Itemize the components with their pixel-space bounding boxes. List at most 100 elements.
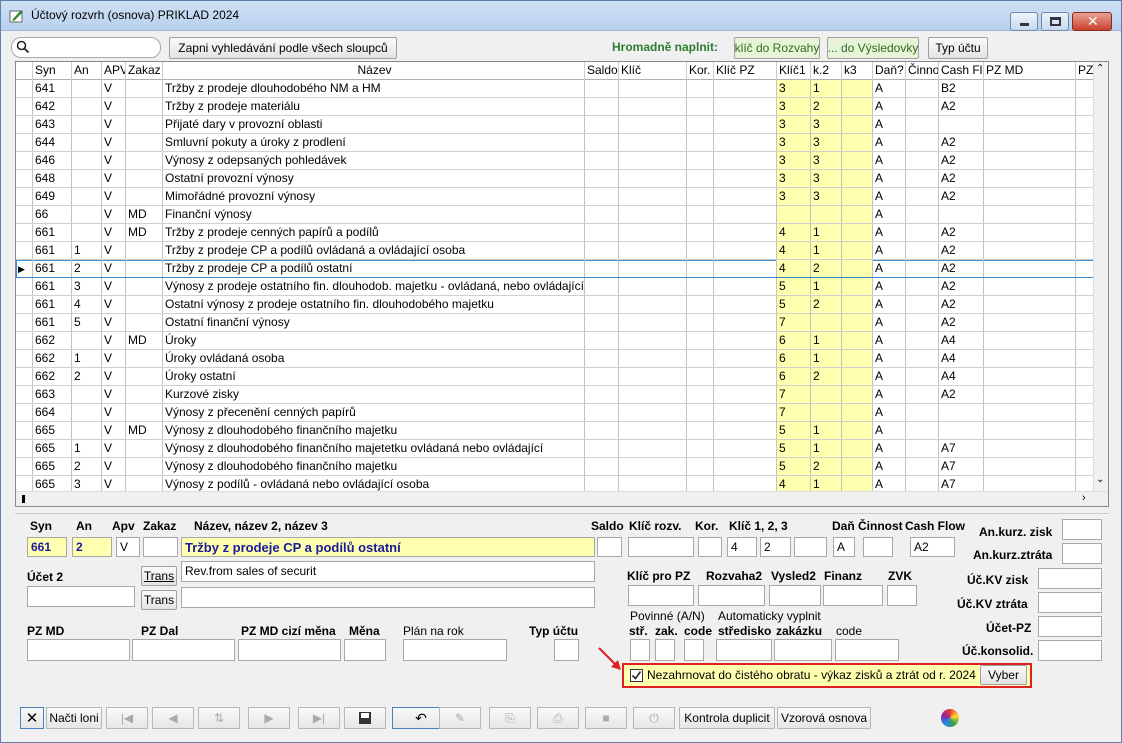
cell-an[interactable] xyxy=(72,152,102,169)
cell-klic1[interactable]: 7 xyxy=(777,386,811,403)
cell-kor[interactable] xyxy=(687,98,714,115)
minimize-button[interactable] xyxy=(1010,12,1038,31)
cinnost-field[interactable] xyxy=(863,537,893,557)
cell-cf[interactable] xyxy=(939,422,984,439)
vysled2-field[interactable] xyxy=(769,585,821,606)
cell-an[interactable] xyxy=(72,80,102,97)
cell-k2[interactable]: 2 xyxy=(811,458,842,475)
klic2-field[interactable]: 2 xyxy=(760,537,791,557)
cell-dan[interactable]: A xyxy=(873,422,906,439)
cell-nazev[interactable]: Tržby z prodeje dlouhodobého NM a HM xyxy=(163,80,585,97)
cell-k2[interactable]: 2 xyxy=(811,368,842,385)
vertical-scrollbar[interactable]: ⌃ ⌄ xyxy=(1093,62,1108,492)
cell-pz[interactable] xyxy=(1076,440,1094,457)
first-record-button[interactable]: |◀ xyxy=(106,707,148,729)
next-record-button[interactable]: ▶ xyxy=(248,707,290,729)
table-row[interactable]: 662 2 V Úroky ostatní 6 2 A A4 xyxy=(16,368,1094,386)
cell-saldo[interactable] xyxy=(585,206,619,223)
column-header-an[interactable]: An xyxy=(72,62,102,80)
cell-k2[interactable]: 1 xyxy=(811,242,842,259)
cell-syn[interactable]: 661 xyxy=(33,314,72,331)
table-row[interactable]: 665 2 V Výnosy z dlouhodobého finančního ma… xyxy=(16,458,1094,476)
cell-klic[interactable] xyxy=(619,134,687,151)
row-selector[interactable] xyxy=(16,278,33,295)
cell-apv[interactable]: V xyxy=(102,188,126,205)
cell-apv[interactable]: V xyxy=(102,206,126,223)
cell-dan[interactable]: A xyxy=(873,440,906,457)
cell-dan[interactable]: A xyxy=(873,116,906,133)
cell-zakaz[interactable] xyxy=(126,170,163,187)
cell-pzmd[interactable] xyxy=(984,224,1076,241)
cell-syn[interactable]: 665 xyxy=(33,458,72,475)
cell-kor[interactable] xyxy=(687,368,714,385)
cell-syn[interactable]: 663 xyxy=(33,386,72,403)
cell-nazev[interactable]: Výnosy z dlouhodobého finančního majetku xyxy=(163,422,585,439)
cell-dan[interactable]: A xyxy=(873,224,906,241)
cell-an[interactable] xyxy=(72,98,102,115)
cell-cf[interactable] xyxy=(939,404,984,421)
cell-k3[interactable] xyxy=(842,170,873,187)
cell-apv[interactable]: V xyxy=(102,332,126,349)
cell-klic[interactable] xyxy=(619,170,687,187)
load-last-year-button[interactable]: Načti loni xyxy=(46,707,102,729)
fill-rozvaha-button[interactable]: klíč do Rozvahy xyxy=(734,37,820,59)
cell-zakaz[interactable] xyxy=(126,242,163,259)
cell-k2[interactable]: 2 xyxy=(811,260,842,277)
cell-cinno[interactable] xyxy=(906,440,939,457)
uc-kv-zisk-field[interactable] xyxy=(1038,568,1102,589)
cell-klicpz[interactable] xyxy=(714,80,777,97)
cell-k3[interactable] xyxy=(842,224,873,241)
cell-cf[interactable]: A2 xyxy=(939,224,984,241)
cell-cf[interactable]: B2 xyxy=(939,80,984,97)
cell-pz[interactable] xyxy=(1076,98,1094,115)
cell-k3[interactable] xyxy=(842,116,873,133)
klic-rozv-field[interactable] xyxy=(628,537,694,557)
cell-cinno[interactable] xyxy=(906,386,939,403)
cell-zakaz[interactable] xyxy=(126,134,163,151)
cell-kor[interactable] xyxy=(687,134,714,151)
cell-saldo[interactable] xyxy=(585,242,619,259)
cell-zakaz[interactable] xyxy=(126,116,163,133)
cell-cinno[interactable] xyxy=(906,242,939,259)
maximize-button[interactable] xyxy=(1041,12,1069,31)
cell-klic1[interactable]: 3 xyxy=(777,116,811,133)
povinne-code-field[interactable] xyxy=(684,639,704,661)
cell-k2[interactable]: 1 xyxy=(811,224,842,241)
cell-klic1[interactable]: 4 xyxy=(777,260,811,277)
cancel-button[interactable]: ✕ xyxy=(20,707,44,729)
cell-apv[interactable]: V xyxy=(102,134,126,151)
cell-klic1[interactable]: 3 xyxy=(777,134,811,151)
cell-dan[interactable]: A xyxy=(873,350,906,367)
column-header-apv[interactable]: APV xyxy=(102,62,126,80)
cell-saldo[interactable] xyxy=(585,170,619,187)
cell-nazev[interactable]: Ostatní provozní výnosy xyxy=(163,170,585,187)
cell-k2[interactable]: 3 xyxy=(811,188,842,205)
cell-kor[interactable] xyxy=(687,260,714,277)
cell-pzmd[interactable] xyxy=(984,368,1076,385)
cell-pz[interactable] xyxy=(1076,170,1094,187)
cell-apv[interactable]: V xyxy=(102,458,126,475)
row-selector[interactable] xyxy=(16,350,33,367)
cell-kor[interactable] xyxy=(687,440,714,457)
sort-button[interactable]: ⇅ xyxy=(198,707,240,729)
povinne-zak-field[interactable] xyxy=(655,639,675,661)
cell-k3[interactable] xyxy=(842,98,873,115)
cell-klicpz[interactable] xyxy=(714,242,777,259)
cell-klic1[interactable]: 5 xyxy=(777,422,811,439)
cell-dan[interactable]: A xyxy=(873,278,906,295)
cell-saldo[interactable] xyxy=(585,404,619,421)
cell-pzmd[interactable] xyxy=(984,98,1076,115)
cell-pzmd[interactable] xyxy=(984,206,1076,223)
cell-an[interactable] xyxy=(72,206,102,223)
cell-k2[interactable] xyxy=(811,206,842,223)
cell-cf[interactable]: A2 xyxy=(939,188,984,205)
cell-syn[interactable]: 661 xyxy=(33,296,72,313)
cell-nazev[interactable]: Výnosy z prodeje ostatního fin. dlouhodo… xyxy=(163,278,585,295)
row-selector[interactable] xyxy=(16,80,33,97)
copy-button[interactable]: ⎘ xyxy=(489,707,531,729)
cell-klic[interactable] xyxy=(619,188,687,205)
cell-klic1[interactable]: 3 xyxy=(777,98,811,115)
cell-an[interactable] xyxy=(72,332,102,349)
cell-kor[interactable] xyxy=(687,350,714,367)
cell-apv[interactable]: V xyxy=(102,404,126,421)
